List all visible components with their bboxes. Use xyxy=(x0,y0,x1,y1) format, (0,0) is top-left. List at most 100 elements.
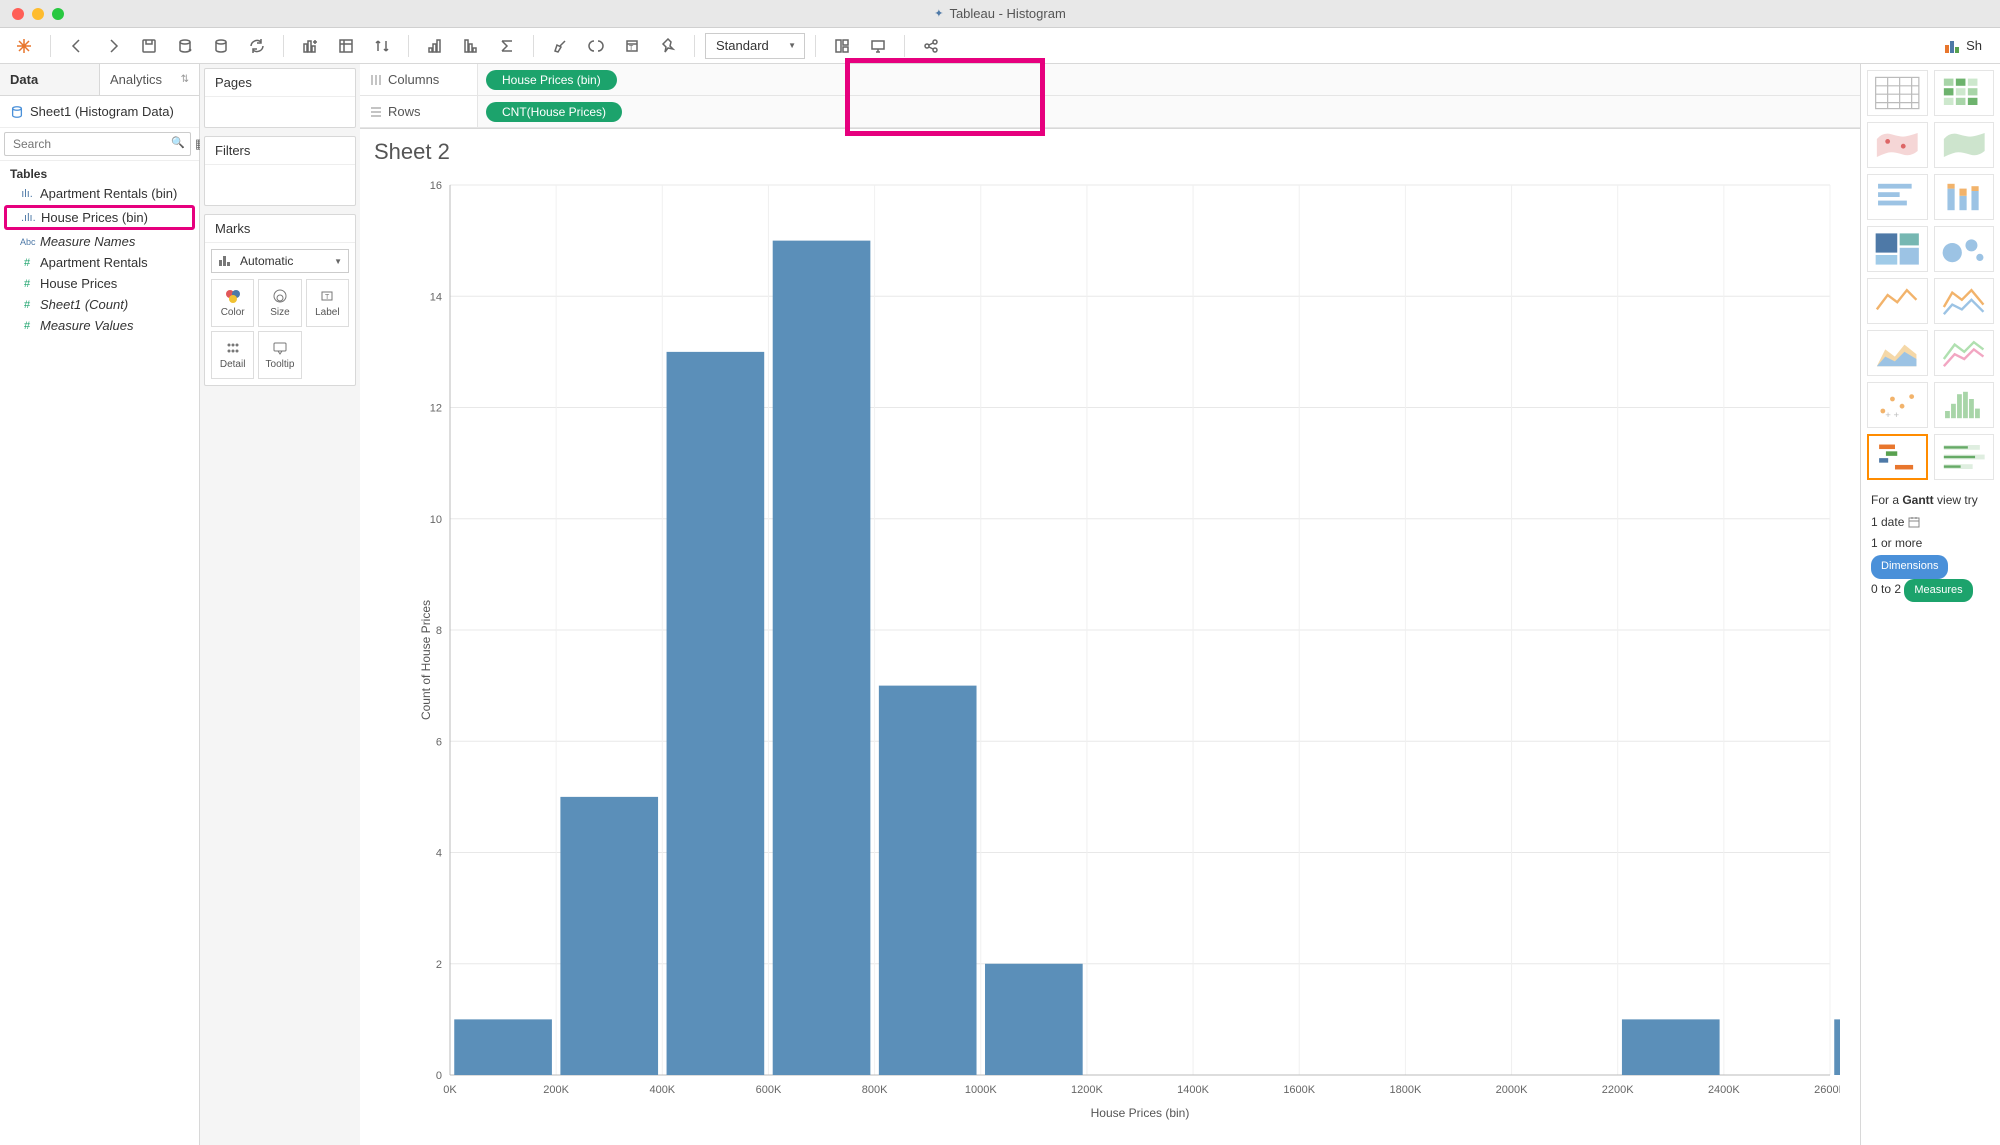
rows-icon xyxy=(370,106,382,118)
sm-histogram[interactable] xyxy=(1934,382,1995,428)
new-datasource-button[interactable] xyxy=(169,32,201,60)
field-measure-values[interactable]: # Measure Values xyxy=(0,315,199,336)
field-apartment-rentals-bin[interactable]: ılı. Apartment Rentals (bin) xyxy=(0,183,199,204)
show-labels-button[interactable]: T xyxy=(616,32,648,60)
highlight-button[interactable] xyxy=(544,32,576,60)
sm-area-discrete[interactable] xyxy=(1867,330,1928,376)
svg-text:2600K: 2600K xyxy=(1814,1084,1840,1096)
field-measure-names[interactable]: Abc Measure Names xyxy=(0,231,199,252)
sm-text-table[interactable] xyxy=(1867,70,1928,116)
rows-pill[interactable]: CNT(House Prices) xyxy=(486,102,622,122)
svg-text:14: 14 xyxy=(430,291,442,303)
measures-pill: Measures xyxy=(1904,579,1972,603)
field-sheet1-count[interactable]: # Sheet1 (Count) xyxy=(0,294,199,315)
sort-asc-button[interactable] xyxy=(419,32,451,60)
separator xyxy=(50,35,51,57)
data-search-input[interactable] xyxy=(4,132,191,156)
show-me-button[interactable]: Sh xyxy=(1934,32,1992,60)
field-label: Measure Values xyxy=(40,318,133,333)
show-cards-button[interactable] xyxy=(826,32,858,60)
sm-circle-views[interactable] xyxy=(1934,226,1995,272)
columns-shelf[interactable]: Columns House Prices (bin) xyxy=(360,64,1860,96)
sm-symbol-map[interactable] xyxy=(1867,122,1928,168)
totals-button[interactable] xyxy=(491,32,523,60)
svg-text:6: 6 xyxy=(436,736,442,748)
clear-sheet-button[interactable] xyxy=(330,32,362,60)
field-apartment-rentals[interactable]: # Apartment Rentals xyxy=(0,252,199,273)
zoom-window-button[interactable] xyxy=(52,8,64,20)
sm-scatter[interactable]: + + xyxy=(1867,382,1928,428)
swap-button[interactable] xyxy=(366,32,398,60)
pause-updates-button[interactable] xyxy=(205,32,237,60)
group-button[interactable] xyxy=(580,32,612,60)
histogram-chart[interactable]: 02468101214160K200K400K600K800K1000K1200… xyxy=(420,175,1840,1125)
analytics-tab[interactable]: Analytics xyxy=(100,64,199,95)
show-me-icon xyxy=(1944,38,1960,54)
separator xyxy=(408,35,409,57)
sheet-title[interactable]: Sheet 2 xyxy=(360,129,1860,175)
sm-stacked-bar[interactable] xyxy=(1934,174,1995,220)
svg-text:0K: 0K xyxy=(443,1084,457,1096)
mark-label-button[interactable]: T Label xyxy=(306,279,349,327)
mark-size-button[interactable]: Size xyxy=(258,279,301,327)
presentation-mode-button[interactable] xyxy=(862,32,894,60)
minimize-window-button[interactable] xyxy=(32,8,44,20)
svg-text:+ +: + + xyxy=(1885,410,1899,421)
svg-text:2: 2 xyxy=(436,959,442,971)
sm-area-continuous[interactable] xyxy=(1934,330,1995,376)
sm-filled-map[interactable] xyxy=(1934,122,1995,168)
svg-text:House Prices (bin): House Prices (bin) xyxy=(1091,1106,1190,1120)
field-label: Apartment Rentals xyxy=(40,255,148,270)
separator xyxy=(694,35,695,57)
save-button[interactable] xyxy=(133,32,165,60)
new-worksheet-button[interactable] xyxy=(294,32,326,60)
sm-gantt[interactable] xyxy=(1867,434,1928,480)
window-title: ✦ Tableau - Histogram xyxy=(934,6,1066,21)
sm-line-continuous[interactable] xyxy=(1934,278,1995,324)
mark-label: Tooltip xyxy=(266,359,295,370)
label-icon: T xyxy=(319,289,335,303)
mark-tooltip-button[interactable]: Tooltip xyxy=(258,331,301,379)
rows-shelf[interactable]: Rows CNT(House Prices) xyxy=(360,96,1860,128)
sort-desc-button[interactable] xyxy=(455,32,487,60)
data-search-row: ▦ ▼ xyxy=(0,128,199,161)
forward-button[interactable] xyxy=(97,32,129,60)
data-tab[interactable]: Data xyxy=(0,64,100,95)
toolbar: T Standard Sh xyxy=(0,28,2000,64)
marks-type-selector[interactable]: Automatic xyxy=(211,249,349,273)
field-house-prices[interactable]: # House Prices xyxy=(0,273,199,294)
show-me-label: Sh xyxy=(1966,38,1982,53)
close-window-button[interactable] xyxy=(12,8,24,20)
svg-text:1600K: 1600K xyxy=(1283,1084,1315,1096)
svg-text:12: 12 xyxy=(430,403,442,415)
mark-color-button[interactable]: Color xyxy=(211,279,254,327)
svg-text:4: 4 xyxy=(436,848,442,860)
data-source[interactable]: Sheet1 (Histogram Data) xyxy=(0,96,199,128)
back-button[interactable] xyxy=(61,32,93,60)
refresh-button[interactable] xyxy=(241,32,273,60)
sm-hbar[interactable] xyxy=(1867,174,1928,220)
mark-label: Color xyxy=(221,307,245,318)
filters-card[interactable]: Filters xyxy=(204,136,356,206)
show-me-grid: + + xyxy=(1867,70,1994,480)
tableau-home-icon[interactable] xyxy=(8,32,40,60)
svg-text:1200K: 1200K xyxy=(1071,1084,1103,1096)
fit-selector[interactable]: Standard xyxy=(705,33,805,59)
separator xyxy=(815,35,816,57)
marks-card: Marks Automatic Color Size T xyxy=(204,214,356,386)
share-button[interactable] xyxy=(915,32,947,60)
pin-button[interactable] xyxy=(652,32,684,60)
mark-label: Label xyxy=(315,307,339,318)
chart[interactable]: Count of House Prices 02468101214160K200… xyxy=(360,175,1860,1145)
sm-line-discrete[interactable] xyxy=(1867,278,1928,324)
sm-treemap[interactable] xyxy=(1867,226,1928,272)
sm-heatmap[interactable] xyxy=(1934,70,1995,116)
svg-text:2000K: 2000K xyxy=(1496,1084,1528,1096)
mark-detail-button[interactable]: Detail xyxy=(211,331,254,379)
sm-bullet[interactable] xyxy=(1934,434,1995,480)
field-house-prices-bin[interactable]: .ılı. House Prices (bin) xyxy=(4,205,195,230)
columns-pill[interactable]: House Prices (bin) xyxy=(486,70,617,90)
y-axis-label: Count of House Prices xyxy=(419,600,433,720)
pages-card[interactable]: Pages xyxy=(204,68,356,128)
shelves: Columns House Prices (bin) Rows CNT(Hous… xyxy=(360,64,1860,129)
